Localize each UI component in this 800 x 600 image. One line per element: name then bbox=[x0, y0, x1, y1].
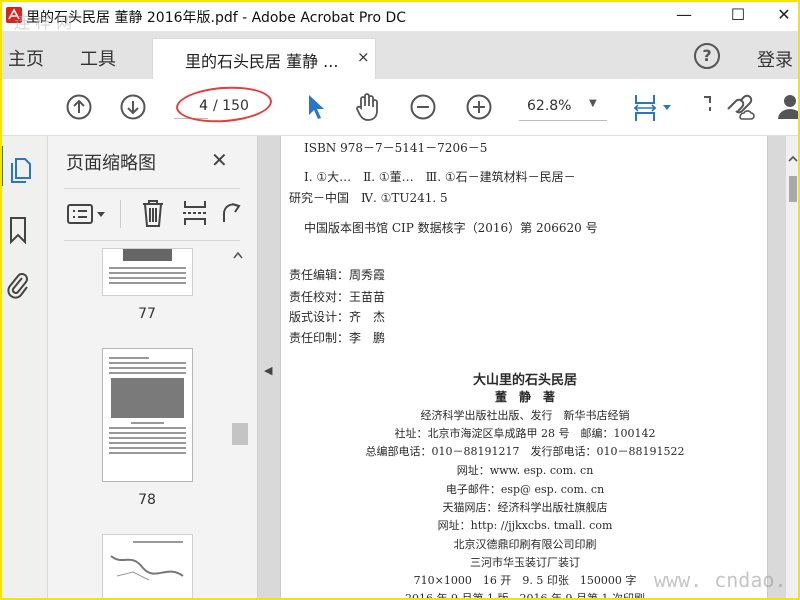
next-page-icon[interactable] bbox=[120, 94, 146, 120]
thumbnail-image bbox=[110, 555, 184, 581]
maximize-button[interactable]: ☐ bbox=[715, 0, 761, 32]
email-line: 电子邮件：esp@ esp. com. cn bbox=[445, 483, 605, 496]
zoom-in-icon[interactable] bbox=[466, 94, 492, 120]
tmall-store-line: 天猫网店：经济科学出版社旗舰店 bbox=[442, 501, 608, 514]
divider bbox=[64, 240, 240, 241]
close-window-button[interactable]: ✕ bbox=[761, 0, 800, 32]
thumbnail-panel: 页面缩略图 ✕ 77 78 bbox=[48, 136, 258, 600]
format-line: 710×1000 16 开 9. 5 印张 150000 字 bbox=[413, 574, 637, 587]
printing-manager-line: 责任印制：李 鹏 bbox=[289, 331, 386, 345]
editor-line: 责任编辑：周秀霞 bbox=[289, 268, 386, 282]
home-tab[interactable]: 主页 bbox=[8, 45, 44, 71]
document-area: ◀ ISBN 978－7－5141－7206－5 Ⅰ. ①大… Ⅱ. ①董… Ⅲ… bbox=[258, 136, 800, 600]
zoom-value: 62.8% bbox=[527, 98, 572, 114]
divider bbox=[120, 200, 121, 228]
title-bar: 里的石头民居 董静 2016年版.pdf - Adobe Acrobat Pro… bbox=[0, 0, 800, 32]
proofreader-line: 责任校对：王苗苗 bbox=[289, 290, 386, 304]
isbn-line: ISBN 978－7－5141－7206－5 bbox=[304, 141, 488, 155]
minimize-button[interactable]: — bbox=[661, 0, 707, 32]
pdf-page: ISBN 978－7－5141－7206－5 Ⅰ. ①大… Ⅱ. ①董… Ⅲ. … bbox=[280, 136, 768, 600]
scroll-up-icon[interactable] bbox=[232, 250, 244, 260]
book-author: 董 静 著 bbox=[494, 390, 555, 404]
publisher-line: 经济科学出版社出版、发行 新华书店经销 bbox=[420, 409, 630, 422]
zoom-select[interactable]: 62.8% ▼ bbox=[519, 91, 607, 121]
page-number-label: 77 bbox=[138, 306, 156, 322]
select-cursor-icon[interactable] bbox=[306, 93, 326, 121]
panel-close-button[interactable]: ✕ bbox=[211, 148, 228, 172]
previous-page-icon[interactable] bbox=[66, 94, 92, 120]
printer-line: 北京汉德鼎印刷有限公司印刷 bbox=[453, 538, 597, 551]
thumbnail-image bbox=[111, 378, 184, 418]
tools-tab[interactable]: 工具 bbox=[80, 45, 116, 71]
page-thumbnail-77[interactable] bbox=[102, 248, 193, 296]
book-title: 大山里的石头民居 bbox=[472, 373, 577, 388]
binder-line: 三河市华玉装订厂装订 bbox=[470, 556, 580, 569]
thumbnail-options-icon[interactable] bbox=[66, 202, 114, 226]
document-tab-close-button[interactable]: × bbox=[357, 48, 370, 66]
classification-line: Ⅰ. ①大… Ⅱ. ①董… Ⅲ. ①石－建筑材料－民居－ bbox=[304, 170, 576, 184]
document-scroll-thumb[interactable] bbox=[789, 176, 797, 202]
extract-page-icon[interactable] bbox=[182, 198, 208, 228]
toolbar: 4 / 150 62.8% ▼ bbox=[0, 79, 800, 136]
hand-tool-icon[interactable] bbox=[354, 92, 382, 122]
tmall-url-line: 网址：http: //jjkxcbs. tmall. com bbox=[437, 519, 613, 532]
page-thumbnail-79[interactable] bbox=[102, 534, 193, 600]
document-tab-label: 里的石头民居 董静 ... bbox=[185, 52, 339, 71]
document-scrollbar[interactable] bbox=[786, 136, 800, 600]
address-line: 社址：北京市海淀区阜成路甲 28 号 邮编：100142 bbox=[394, 427, 656, 440]
thumbnail-image bbox=[123, 249, 172, 261]
edition-line: 2016 年 9 月第 1 版 2016 年 9 月第 1 次印刷 bbox=[405, 592, 645, 600]
document-tab[interactable]: 里的石头民居 董静 ... × bbox=[152, 38, 376, 79]
delete-page-icon[interactable] bbox=[140, 198, 166, 228]
left-icon-rail bbox=[0, 136, 48, 600]
fit-page-icon[interactable] bbox=[632, 93, 674, 123]
page-number-label: 78 bbox=[138, 492, 156, 508]
chevron-down-icon: ▼ bbox=[589, 98, 597, 109]
zoom-out-icon[interactable] bbox=[410, 94, 436, 120]
thumbnail-scrollbar[interactable] bbox=[230, 248, 248, 600]
red-highlight-ellipse bbox=[174, 83, 274, 126]
thumbnail-scroll-thumb[interactable] bbox=[232, 423, 248, 445]
share-link-icon[interactable] bbox=[722, 91, 756, 123]
bookmark-icon[interactable] bbox=[8, 216, 28, 244]
rotate-page-icon[interactable] bbox=[220, 200, 242, 226]
menu-bar: 主页 工具 bbox=[0, 32, 800, 79]
designer-line: 版式设计：齐 杰 bbox=[289, 310, 386, 324]
login-link[interactable]: 登录 bbox=[757, 46, 793, 72]
rail-active-indicator bbox=[0, 146, 3, 186]
acrobat-app-icon bbox=[6, 7, 22, 23]
more-tools-icon[interactable] bbox=[700, 93, 718, 121]
window-title: 里的石头民居 董静 2016年版.pdf - Adobe Acrobat Pro… bbox=[26, 10, 407, 26]
help-icon[interactable]: ? bbox=[694, 43, 720, 69]
collapse-panel-arrow-icon[interactable]: ◀ bbox=[264, 364, 272, 377]
website-line: 网址：www. esp. com. cn bbox=[456, 464, 594, 477]
panel-title: 页面缩略图 bbox=[66, 153, 156, 174]
page-thumbnails-icon[interactable] bbox=[8, 156, 34, 184]
phone-line: 总编部电话：010－88191217 发行部电话：010－88191522 bbox=[365, 445, 685, 458]
classification-line-2: 研究－中国 Ⅳ. ①TU241. 5 bbox=[289, 191, 448, 205]
divider bbox=[64, 188, 240, 189]
page-thumbnail-78[interactable] bbox=[102, 348, 193, 482]
cip-line: 中国版本图书馆 CIP 数据核字（2016）第 206620 号 bbox=[304, 221, 598, 235]
user-icon[interactable] bbox=[776, 91, 800, 123]
scroll-up-icon[interactable] bbox=[788, 154, 798, 164]
attachment-icon[interactable] bbox=[6, 270, 30, 302]
